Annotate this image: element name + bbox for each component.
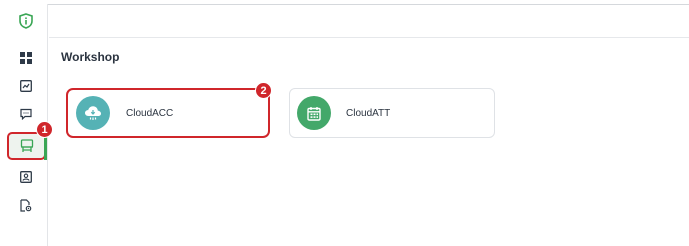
app-card-cloudacc[interactable]: CloudACC xyxy=(66,88,270,138)
active-indicator xyxy=(44,136,47,160)
file-gear-icon xyxy=(20,198,32,212)
page-title: Workshop xyxy=(61,50,120,64)
step-marker-1: 1 xyxy=(36,121,53,138)
sidebar-item-contacts[interactable] xyxy=(12,166,40,188)
app-icon-cloudatt xyxy=(297,96,331,130)
cloud-icon xyxy=(85,106,101,120)
app-card-cloudatt[interactable]: CloudATT xyxy=(289,88,495,138)
sidebar-item-dashboard[interactable] xyxy=(12,47,40,69)
doc-chart-icon xyxy=(20,80,32,92)
shield-info-icon xyxy=(19,13,33,29)
grid-icon xyxy=(20,52,32,64)
sidebar-item-settings[interactable] xyxy=(12,194,40,216)
app-icon-cloudacc xyxy=(76,96,110,130)
sidebar: 1 xyxy=(4,4,53,246)
calendar-icon xyxy=(307,106,321,121)
app-label: CloudACC xyxy=(126,107,174,119)
chat-icon xyxy=(20,108,32,120)
contact-card-icon xyxy=(20,171,32,183)
app-logo[interactable] xyxy=(12,10,40,32)
top-bar xyxy=(49,4,689,38)
sidebar-item-reports[interactable] xyxy=(12,75,40,97)
app-label: CloudATT xyxy=(346,107,391,119)
sidebar-item-messages[interactable] xyxy=(12,103,40,125)
workshop-icon xyxy=(20,139,34,152)
step-marker-2: 2 xyxy=(255,82,272,99)
